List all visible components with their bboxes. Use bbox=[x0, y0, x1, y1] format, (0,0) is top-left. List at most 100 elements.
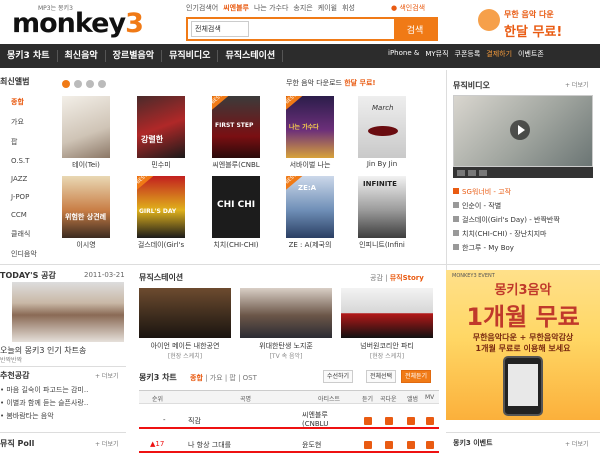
popular-tag[interactable]: 씨엔블루 bbox=[223, 3, 249, 13]
album-icon[interactable] bbox=[407, 441, 415, 449]
nav-my-music[interactable]: MY뮤직 bbox=[425, 49, 448, 59]
music-video-more[interactable]: + 더보기 bbox=[565, 80, 589, 89]
mv-icon[interactable] bbox=[426, 417, 434, 425]
chart-col-listen: 듣기 bbox=[362, 396, 374, 403]
album-category[interactable]: 종합 bbox=[0, 97, 42, 107]
station-tabs: 공감 | 뮤직Story bbox=[370, 274, 424, 282]
pager-dot[interactable] bbox=[86, 80, 94, 88]
control-icon[interactable] bbox=[468, 169, 476, 176]
popular-tag[interactable]: 케이윌 bbox=[318, 3, 337, 13]
album-item[interactable]: BEST ZE:A ZE : A(제국의 bbox=[286, 176, 334, 250]
download-icon[interactable] bbox=[385, 441, 393, 449]
popular-tag[interactable]: 휘성 bbox=[342, 3, 355, 13]
chart-tab[interactable]: 가요 bbox=[210, 374, 223, 382]
album-item[interactable]: BEST FIRST STEP 씨엔블루(CNBL bbox=[212, 96, 260, 170]
pager-dot[interactable] bbox=[62, 80, 70, 88]
nav-chart[interactable]: 몽키3 차트 bbox=[0, 50, 58, 62]
free-month-promo[interactable]: 무한 음악 다운 한달 무료! bbox=[478, 4, 600, 42]
album-item[interactable]: BEST GIRL'S DAY 걸스데이(Girl's bbox=[137, 176, 185, 250]
album-promo[interactable]: 무한 음악 다운로드 한달 무료! bbox=[286, 78, 376, 88]
listen-icon[interactable] bbox=[364, 441, 372, 449]
chart-song-title[interactable]: 직감 bbox=[188, 416, 201, 426]
event-banner-line1: 몽키3음악 bbox=[494, 283, 552, 298]
section-divider bbox=[0, 264, 600, 265]
album-cover: BEST ZE:A bbox=[286, 176, 334, 238]
album-item[interactable]: BEST 나는 가수다 서바이벌 나는 bbox=[286, 96, 334, 170]
video-link[interactable]: 인순이 - 작별 bbox=[453, 201, 501, 211]
event-banner[interactable]: MONKEY3 EVENT 몽키3음악 1개월 무료 무한음악다운 + 무한음악… bbox=[446, 270, 600, 420]
mv-icon[interactable] bbox=[426, 441, 434, 449]
nav-iphone[interactable]: iPhone & bbox=[388, 49, 419, 59]
album-category[interactable]: CCM bbox=[0, 211, 42, 219]
album-category[interactable]: JAZZ bbox=[0, 175, 42, 183]
video-link[interactable]: 한그루 - My Boy bbox=[453, 243, 514, 253]
chart-tab[interactable]: 종합 bbox=[190, 374, 203, 382]
video-link[interactable]: SG워너비 - 고작 bbox=[453, 187, 511, 197]
album-category[interactable]: 인디음악 bbox=[0, 249, 42, 259]
station-item-sub: [TV 속 음악] bbox=[269, 353, 303, 360]
album-icon[interactable] bbox=[407, 417, 415, 425]
album-promo-text: 무한 음악 다운로드 bbox=[286, 79, 342, 87]
video-link[interactable]: 치치(CHI-CHI) - 장난치지마 bbox=[453, 229, 546, 239]
chart-row[interactable] bbox=[139, 407, 439, 429]
popular-tag[interactable]: 송지은 bbox=[293, 3, 312, 13]
album-item[interactable]: CHI CHI 치치(CHI-CHI) bbox=[212, 176, 260, 250]
chart-tab[interactable]: 팝 bbox=[229, 374, 235, 382]
station-item-title: 아이언 메이든 내한공연 bbox=[150, 342, 220, 350]
recommend-item[interactable]: • 이별과 함께 듣는 슬픈사랑.. bbox=[0, 398, 88, 408]
control-icon[interactable] bbox=[479, 169, 487, 176]
album-item[interactable]: 테이(Tei) bbox=[62, 96, 110, 170]
album-category[interactable]: 클래식 bbox=[0, 229, 42, 239]
search-scope-select[interactable]: 전체검색 bbox=[191, 21, 249, 37]
play-icon[interactable] bbox=[510, 120, 530, 140]
album-category[interactable]: J-POP bbox=[0, 193, 42, 201]
popular-tag[interactable]: 나는 가수다 bbox=[254, 3, 288, 13]
control-icon[interactable] bbox=[457, 169, 465, 176]
album-category[interactable]: 가요 bbox=[0, 117, 42, 127]
utility-nav: iPhone & MY뮤직 쿠폰등록 결제하기 이벤트존 bbox=[388, 49, 544, 59]
nav-coupon[interactable]: 쿠폰등록 bbox=[455, 49, 481, 59]
nav-payment[interactable]: 결제하기 bbox=[486, 49, 512, 59]
station-tab[interactable]: 뮤직Story bbox=[390, 274, 424, 282]
pager-dot[interactable] bbox=[74, 80, 82, 88]
nav-music-video[interactable]: 뮤직비디오 bbox=[162, 50, 219, 62]
recommend-item[interactable]: • 봄바람타는 음악 bbox=[0, 411, 54, 421]
album-item[interactable]: March Jin By Jin bbox=[358, 96, 406, 168]
album-item[interactable]: 강렬한 민수미 bbox=[137, 96, 185, 170]
station-item[interactable]: 위대한탄생 노지훈 [TV 속 음악] bbox=[240, 288, 332, 360]
album-cover-text: 강렬한 bbox=[141, 135, 164, 144]
nav-genre[interactable]: 장르별음악 bbox=[106, 50, 163, 62]
recommend-more[interactable]: + 더보기 bbox=[95, 371, 119, 380]
chart-edit-button[interactable]: 수선하기 bbox=[323, 370, 354, 383]
station-item[interactable]: 아이언 메이든 내한공연 [현장 스케치] bbox=[139, 288, 231, 360]
poll-more[interactable]: + 더보기 bbox=[95, 439, 119, 448]
download-icon[interactable] bbox=[385, 417, 393, 425]
album-category[interactable]: 팝 bbox=[0, 137, 42, 147]
chart-tab[interactable]: OST bbox=[243, 374, 257, 382]
album-item[interactable]: INFINITE 인피니트(Infini bbox=[358, 176, 406, 250]
search-button[interactable]: 검색 bbox=[394, 19, 436, 39]
video-link[interactable]: 걸스데이(Girl's Day) - 반짝반짝 bbox=[453, 215, 560, 225]
chart-row[interactable] bbox=[139, 431, 439, 453]
station-tab[interactable]: 공감 bbox=[370, 274, 383, 282]
chart-song-title[interactable]: 나 항상 그대를 bbox=[188, 440, 231, 450]
nav-new-music[interactable]: 최신음악 bbox=[58, 50, 106, 62]
listen-icon[interactable] bbox=[364, 417, 372, 425]
nav-event-zone[interactable]: 이벤트존 bbox=[518, 49, 544, 59]
logo[interactable]: monkey3 bbox=[12, 8, 144, 39]
recommend-item[interactable]: • 마음 길숙이 파고드는 감미.. bbox=[0, 385, 88, 395]
nav-music-station[interactable]: 뮤직스테이션 bbox=[218, 50, 284, 62]
chart-play-all-button[interactable]: 전체듣기 bbox=[401, 370, 432, 383]
chart-select-all-button[interactable]: 전체선택 bbox=[366, 370, 397, 383]
today-photo[interactable] bbox=[12, 282, 124, 342]
pager-dot[interactable] bbox=[98, 80, 106, 88]
search-input[interactable] bbox=[249, 20, 394, 38]
index-search-link[interactable]: ● 색인검색 bbox=[391, 3, 425, 13]
chart-col-download: 곡다운 bbox=[380, 396, 397, 403]
chart-artist[interactable]: 씨엔블루 (CNBLU bbox=[302, 411, 350, 429]
event-more[interactable]: + 더보기 bbox=[565, 439, 589, 448]
album-item[interactable]: 위험한 상견례 이시영 bbox=[62, 176, 110, 250]
album-category[interactable]: O.S.T bbox=[0, 157, 42, 165]
chart-artist[interactable]: 윤도현 bbox=[302, 440, 321, 450]
station-item[interactable]: 넘버원코리안 파티 [현장 스케치] bbox=[341, 288, 433, 360]
